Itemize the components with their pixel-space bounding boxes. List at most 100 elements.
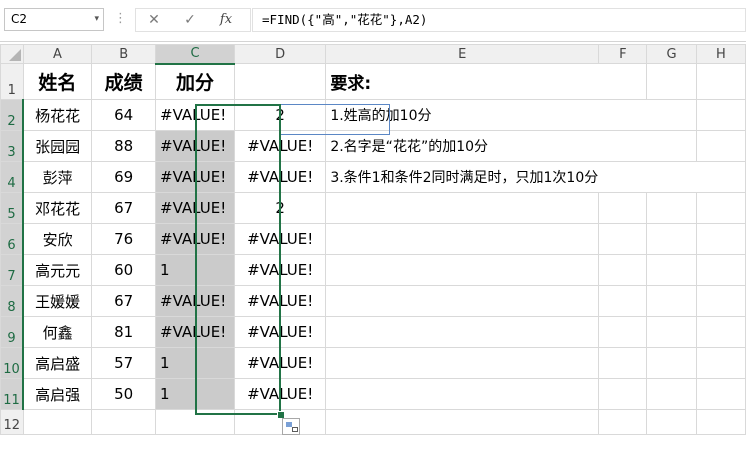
cell-b9[interactable]: 81	[91, 316, 157, 348]
column-header-f[interactable]: F	[598, 44, 648, 64]
cell-c9[interactable]: #VALUE!	[155, 316, 236, 348]
cell-d3[interactable]: #VALUE!	[234, 130, 327, 162]
cell-f4[interactable]	[598, 161, 647, 193]
row-header[interactable]: 10	[0, 347, 24, 379]
cell-a4[interactable]: 彭萍	[22, 161, 93, 193]
cell-e11[interactable]	[325, 378, 600, 410]
cell-a12[interactable]	[22, 409, 93, 435]
cell-g12[interactable]	[646, 409, 697, 435]
cell-b10[interactable]: 57	[91, 347, 157, 379]
cell-e8[interactable]	[325, 285, 600, 317]
cell-a9[interactable]: 何鑫	[22, 316, 93, 348]
column-header-e[interactable]: E	[325, 44, 600, 64]
cell-h5[interactable]	[695, 192, 746, 224]
row-header[interactable]: 8	[0, 285, 24, 317]
cell-h7[interactable]	[695, 254, 746, 286]
cell-f10[interactable]	[598, 347, 648, 379]
row-header[interactable]: 5	[0, 192, 24, 224]
formula-input[interactable]: =FIND({"高","花花"},A2)	[252, 8, 746, 32]
chevron-down-icon[interactable]: ▾	[94, 9, 99, 30]
row-header[interactable]: 11	[0, 378, 24, 410]
cell-g11[interactable]	[646, 378, 697, 410]
cell-a8[interactable]: 王媛媛	[22, 285, 93, 317]
cell-e3[interactable]: 2.名字是“花花”的加10分	[325, 130, 599, 162]
cell-a3[interactable]: 张园园	[22, 130, 93, 162]
cell-d10[interactable]: #VALUE!	[234, 347, 327, 379]
cell-g6[interactable]	[646, 223, 697, 255]
cell-d1[interactable]	[234, 63, 327, 100]
cell-h1[interactable]	[695, 63, 746, 100]
column-header-h[interactable]: H	[695, 44, 746, 64]
insert-function-button[interactable]: fx	[214, 9, 238, 31]
cancel-icon[interactable]: ✕	[142, 9, 166, 31]
cell-d4[interactable]: #VALUE!	[234, 161, 327, 193]
cell-b5[interactable]: 67	[91, 192, 157, 224]
cell-h6[interactable]	[695, 223, 746, 255]
cell-f2[interactable]	[598, 99, 647, 131]
cell-d5[interactable]: 2	[234, 192, 327, 224]
cell-e9[interactable]	[325, 316, 600, 348]
cell-h3[interactable]	[695, 130, 746, 162]
cell-a10[interactable]: 高启盛	[22, 347, 93, 379]
cell-f9[interactable]	[598, 316, 648, 348]
cell-b1[interactable]: 成绩	[91, 63, 157, 100]
cell-c2[interactable]: #VALUE!	[155, 99, 236, 131]
cell-h12[interactable]	[695, 409, 746, 435]
cell-h8[interactable]	[695, 285, 746, 317]
cell-g10[interactable]	[646, 347, 697, 379]
cell-f12[interactable]	[598, 409, 648, 435]
more-options-icon[interactable]: ⋮	[114, 10, 127, 28]
cell-h11[interactable]	[695, 378, 746, 410]
name-box[interactable]: C2 ▾	[4, 8, 104, 31]
cell-a7[interactable]: 高元元	[22, 254, 93, 286]
cell-f6[interactable]	[598, 223, 648, 255]
cell-e6[interactable]	[325, 223, 600, 255]
cell-a2[interactable]: 杨花花	[22, 99, 93, 131]
cell-d11[interactable]: #VALUE!	[234, 378, 327, 410]
row-header[interactable]: 9	[0, 316, 24, 348]
cell-h9[interactable]	[695, 316, 746, 348]
cell-c6[interactable]: #VALUE!	[155, 223, 236, 255]
cell-b12[interactable]	[91, 409, 157, 435]
cell-g9[interactable]	[646, 316, 697, 348]
cell-b8[interactable]: 67	[91, 285, 157, 317]
cell-d6[interactable]: #VALUE!	[234, 223, 327, 255]
cell-b6[interactable]: 76	[91, 223, 157, 255]
cell-g5[interactable]	[646, 192, 697, 224]
cell-e7[interactable]	[325, 254, 600, 286]
cell-g8[interactable]	[646, 285, 697, 317]
row-header[interactable]: 7	[0, 254, 24, 286]
cell-f11[interactable]	[598, 378, 648, 410]
cell-b2[interactable]: 64	[91, 99, 157, 131]
row-header[interactable]: 4	[0, 161, 24, 193]
cell-c10[interactable]: 1	[155, 347, 236, 379]
quick-analysis-icon[interactable]	[282, 418, 300, 435]
cell-f5[interactable]	[598, 192, 648, 224]
cell-c8[interactable]: #VALUE!	[155, 285, 236, 317]
cell-b7[interactable]: 60	[91, 254, 157, 286]
cell-h4[interactable]	[695, 161, 746, 193]
row-header[interactable]: 6	[0, 223, 24, 255]
cell-c1[interactable]: 加分	[155, 63, 236, 100]
cell-e12[interactable]	[325, 409, 600, 435]
cell-a5[interactable]: 邓花花	[22, 192, 93, 224]
cell-c12[interactable]	[155, 409, 236, 435]
column-header-b[interactable]: B	[91, 44, 157, 64]
cell-c11[interactable]: 1	[155, 378, 236, 410]
enter-icon[interactable]: ✓	[178, 9, 202, 31]
cell-e4[interactable]: 3.条件1和条件2同时满足时，只加1次10分	[325, 161, 599, 193]
cell-b3[interactable]: 88	[91, 130, 157, 162]
row-header[interactable]: 3	[0, 130, 24, 162]
cell-g1[interactable]	[646, 63, 697, 100]
column-header-a[interactable]: A	[22, 44, 93, 64]
row-header[interactable]: 1	[0, 63, 24, 100]
column-header-d[interactable]: D	[234, 44, 327, 64]
cell-a11[interactable]: 高启强	[22, 378, 93, 410]
cell-e2[interactable]: 1.姓高的加10分	[325, 99, 599, 131]
select-all-corner[interactable]	[0, 44, 24, 64]
cell-g7[interactable]	[646, 254, 697, 286]
cell-e5[interactable]	[325, 192, 600, 224]
cell-d8[interactable]: #VALUE!	[234, 285, 327, 317]
cell-c4[interactable]: #VALUE!	[155, 161, 236, 193]
cell-d9[interactable]: #VALUE!	[234, 316, 327, 348]
